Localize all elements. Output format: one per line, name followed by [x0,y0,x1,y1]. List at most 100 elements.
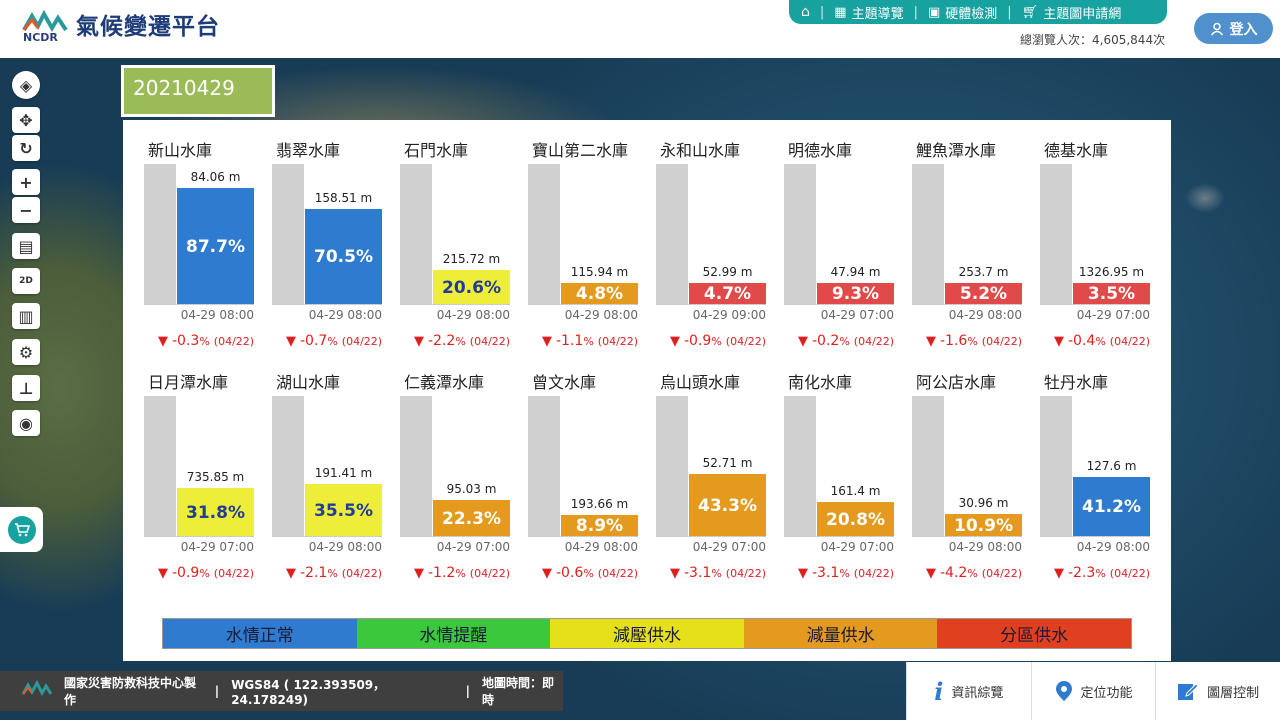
change-value: -4.2 [940,565,968,581]
reservoir-card[interactable]: 鯉魚潭水庫 253.7 m 5.2% 04-29 08:00 ▼ -1.6% (04… [891,120,1022,349]
reservoir-card[interactable]: 日月潭水庫 735.85 m 31.8% 04-29 07:00 ▼ -0.9%(… [123,352,254,581]
reservoir-water-level: 30.96 m [958,496,1009,510]
percent-sign: % [455,567,466,580]
reservoir-card[interactable]: 寶山第二水庫 115.94 m 4.8% 04-29 08:00 ▼ -1.1%(… [507,120,638,349]
nav-theme-guide[interactable]: ▦ 主題導覽 [834,3,903,22]
grid-icon: ▦ [834,4,847,20]
percent-sign: % [199,335,210,348]
building-icon[interactable]: ▥ [12,303,40,329]
reservoir-baseline [400,304,510,305]
change-value: -0.6 [556,565,584,581]
percent-sign: % [711,335,722,348]
reservoir-time: 04-29 07:00 [820,540,894,554]
nav-map-request[interactable]: 🛒︎ 主題圖申請網 [1022,3,1122,22]
layer-control-button[interactable]: 圖層控制 [1155,662,1280,720]
change-value: -0.9 [172,565,200,581]
reservoir-time: 04-29 08:00 [948,308,1022,322]
reservoir-name: 仁義潭水庫 [404,373,485,392]
change-value: -0.3 [172,333,200,349]
reservoir-fill: 35.5% [305,484,382,537]
reservoir-capacity-bar [400,396,432,537]
change-value: -3.1 [812,565,840,581]
percent-sign: % [967,567,978,580]
login-button[interactable]: 登入 [1194,13,1273,44]
cart-button[interactable] [0,507,43,552]
down-arrow-icon: ▼ [926,566,936,581]
reservoir-name: 烏山頭水庫 [660,373,741,392]
reservoir-card[interactable]: 永和山水庫 52.99 m 4.7% 04-29 09:00 ▼ -0.9% (04… [635,120,766,349]
reservoir-percent: 35.5% [314,500,373,521]
reservoir-water-level: 47.94 m [830,265,881,279]
reservoir-percent: 87.7% [186,236,245,257]
reservoir-fill: 70.5% [305,209,382,305]
reservoir-change: ▼ -1.6% (04/22) [926,333,1022,349]
reservoir-card[interactable]: 翡翠水庫 158.51 m 70.5% 04-29 08:00 ▼ -0.7% (0… [251,120,382,349]
location-pin-icon [1055,681,1072,701]
document-icon[interactable]: ▤ [12,233,40,259]
footer-separator: | [214,684,220,698]
reservoir-percent: 43.3% [698,495,757,516]
home-icon[interactable]: ⌂ [801,4,810,20]
reservoir-fill: 20.8% [817,502,894,537]
reservoir-name: 牡丹水庫 [1044,373,1109,392]
change-value: -2.3 [1068,565,1096,581]
nav-hardware-check[interactable]: ▣ 硬體檢測 [928,3,997,22]
down-arrow-icon: ▼ [414,334,424,349]
reservoir-baseline [656,536,766,537]
reservoir-card[interactable]: 牡丹水庫 127.6 m 41.2% 04-29 08:00 ▼ -2.3% (04… [1019,352,1150,581]
zoom-in-icon[interactable]: + [12,169,40,195]
reservoir-capacity-bar [144,396,176,537]
tool-label: 定位功能 [1080,685,1133,701]
eye-icon[interactable]: ◉ [12,410,40,436]
reservoir-name: 寶山第二水庫 [532,141,629,160]
reservoir-change: ▼ -0.2% (04/22) [798,333,894,349]
reservoir-baseline [656,304,766,305]
reservoir-capacity-bar [912,164,944,305]
change-date: (04/22) [853,335,895,348]
reservoir-time: 04-29 08:00 [564,308,638,322]
2d-toggle-icon[interactable]: 2D [12,268,40,294]
reservoir-fill: 22.3% [433,500,510,537]
reservoir-water-level: 193.66 m [570,497,629,511]
change-value: -0.4 [1068,333,1096,349]
down-arrow-icon: ▼ [286,334,296,349]
reservoir-card[interactable]: 曾文水庫 193.66 m 8.9% 04-29 08:00 ▼ -0.6% (04… [507,352,638,581]
reservoir-card[interactable]: 德基水庫 1326.95 m 3.5% 04-29 07:00 ▼ -0.4% (0… [1019,120,1150,349]
reservoir-card[interactable]: 明德水庫 47.94 m 9.3% 04-29 07:00 ▼ -0.2% (04/… [763,120,894,349]
nav-label: 硬體檢測 [945,6,998,22]
site-title[interactable]: 氣候變遷平台 [76,7,220,41]
locate-button[interactable]: 定位功能 [1030,662,1156,720]
reservoir-time: 04-29 08:00 [948,540,1022,554]
reservoir-change: ▼ -1.1% (04/22) [542,333,638,349]
reservoir-card[interactable]: 烏山頭水庫 52.71 m 43.3% 04-29 07:00 ▼ -3.1% (0… [635,352,766,581]
nav-label: 主題圖申請網 [1043,6,1122,22]
down-arrow-icon: ▼ [158,334,168,349]
reservoir-card[interactable]: 湖山水庫 191.41 m 35.5% 04-29 08:00 ▼ -2.1% (0… [251,352,382,581]
reservoir-name: 日月潭水庫 [148,373,229,392]
info-overview-button[interactable]: i 資訊綜覽 [906,662,1031,720]
pan-icon[interactable]: ✥ [12,107,40,133]
reservoir-fill: 87.7% [177,188,254,305]
reservoir-percent: 9.3% [831,284,880,304]
reservoir-change: ▼ -0.9% (04/22) [158,565,254,581]
reservoir-time: 04-29 07:00 [1076,308,1150,322]
reservoir-capacity-bar [1040,396,1072,537]
reservoir-card[interactable]: 阿公店水庫 30.96 m 10.9% 04-29 08:00 ▼ -4.2% (0… [891,352,1022,581]
zoom-out-icon[interactable]: − [12,197,40,223]
reservoir-card[interactable]: 仁義潭水庫 95.03 m 22.3% 04-29 07:00 ▼ -1.2% (0… [379,352,510,581]
compass-icon[interactable]: ◈ [12,71,40,99]
reservoir-card[interactable]: 新山水庫 84.06 m 87.7% 04-29 08:00 ▼ -0.3% (04… [123,120,254,349]
reservoir-percent: 22.3% [442,508,501,529]
reservoir-baseline [1040,304,1150,305]
reservoir-card[interactable]: 南化水庫 161.4 m 20.8% 04-29 07:00 ▼ -3.1% (04… [763,352,894,581]
layers-settings-icon[interactable]: ⚙ [12,339,40,365]
rotate-icon[interactable]: ↻ [12,135,40,161]
down-arrow-icon: ▼ [286,566,296,581]
reservoir-water-level: 191.41 m [314,466,373,480]
ncdr-logo: NCDR [22,9,68,42]
reservoir-water-level: 215.72 m [442,252,501,266]
percent-sign: % [327,335,338,348]
reservoir-percent: 20.6% [442,277,501,298]
sensor-icon[interactable]: ⊥ [12,375,40,401]
reservoir-card[interactable]: 石門水庫 215.72 m 20.6% 04-29 08:00 ▼ -2.2% (0… [379,120,510,349]
